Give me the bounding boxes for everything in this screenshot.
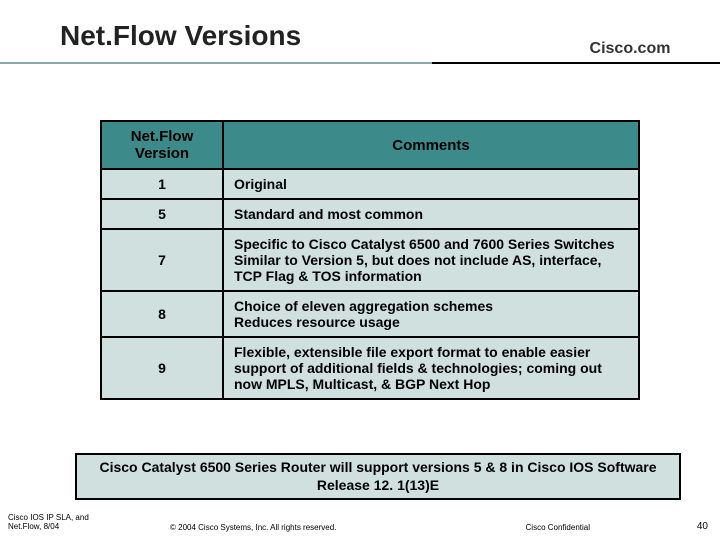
footer-left: Cisco IOS IP SLA, and Net.Flow, 8/04 bbox=[8, 514, 89, 532]
cell-version: 7 bbox=[101, 229, 223, 291]
brand-label: Cisco.com bbox=[590, 40, 671, 57]
table-row: 5 Standard and most common bbox=[101, 199, 639, 229]
versions-table: Net.Flow Version Comments 1 Original 5 S… bbox=[100, 120, 640, 400]
col-header-comments: Comments bbox=[223, 121, 639, 169]
cell-comment: Choice of eleven aggregation schemesRedu… bbox=[223, 291, 639, 337]
support-callout: Cisco Catalyst 6500 Series Router will s… bbox=[75, 453, 681, 500]
cell-version: 5 bbox=[101, 199, 223, 229]
page-title: Net.Flow Versions bbox=[60, 20, 301, 52]
table-row: 1 Original bbox=[101, 169, 639, 199]
cell-version: 8 bbox=[101, 291, 223, 337]
header-divider bbox=[0, 62, 720, 64]
brand-area: Cisco.com bbox=[540, 40, 720, 58]
cell-comment: Standard and most common bbox=[223, 199, 639, 229]
cell-comment: Original bbox=[223, 169, 639, 199]
table-row: 8 Choice of eleven aggregation schemesRe… bbox=[101, 291, 639, 337]
footer-confidential: Cisco Confidential bbox=[526, 523, 590, 532]
cell-comment: Flexible, extensible file export format … bbox=[223, 337, 639, 399]
footer-copyright: © 2004 Cisco Systems, Inc. All rights re… bbox=[170, 523, 336, 532]
col-header-version: Net.Flow Version bbox=[101, 121, 223, 169]
cell-version: 1 bbox=[101, 169, 223, 199]
table-row: 9 Flexible, extensible file export forma… bbox=[101, 337, 639, 399]
cell-comment: Specific to Cisco Catalyst 6500 and 7600… bbox=[223, 229, 639, 291]
table-row: 7 Specific to Cisco Catalyst 6500 and 76… bbox=[101, 229, 639, 291]
table-header-row: Net.Flow Version Comments bbox=[101, 121, 639, 169]
footer-left-line2: Net.Flow, 8/04 bbox=[8, 523, 89, 532]
slide: Net.Flow Versions Cisco.com Net.Flow Ver… bbox=[0, 0, 720, 540]
cell-version: 9 bbox=[101, 337, 223, 399]
footer-page-number: 40 bbox=[697, 521, 708, 532]
